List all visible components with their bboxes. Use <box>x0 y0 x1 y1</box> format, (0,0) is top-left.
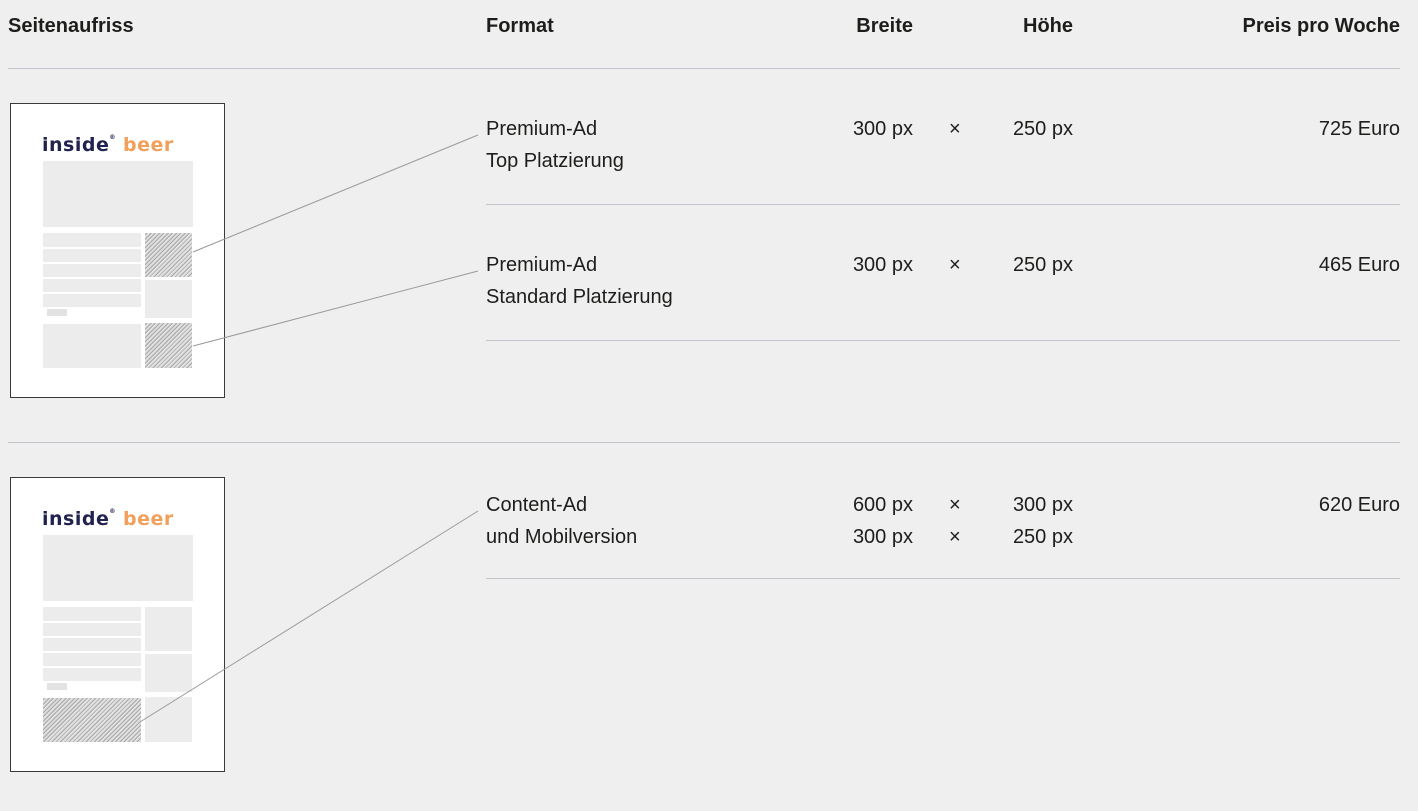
leader-line-content <box>139 510 479 723</box>
leader-line-standard <box>192 270 479 347</box>
leader-line-top <box>192 134 479 253</box>
leader-lines <box>139 134 479 723</box>
